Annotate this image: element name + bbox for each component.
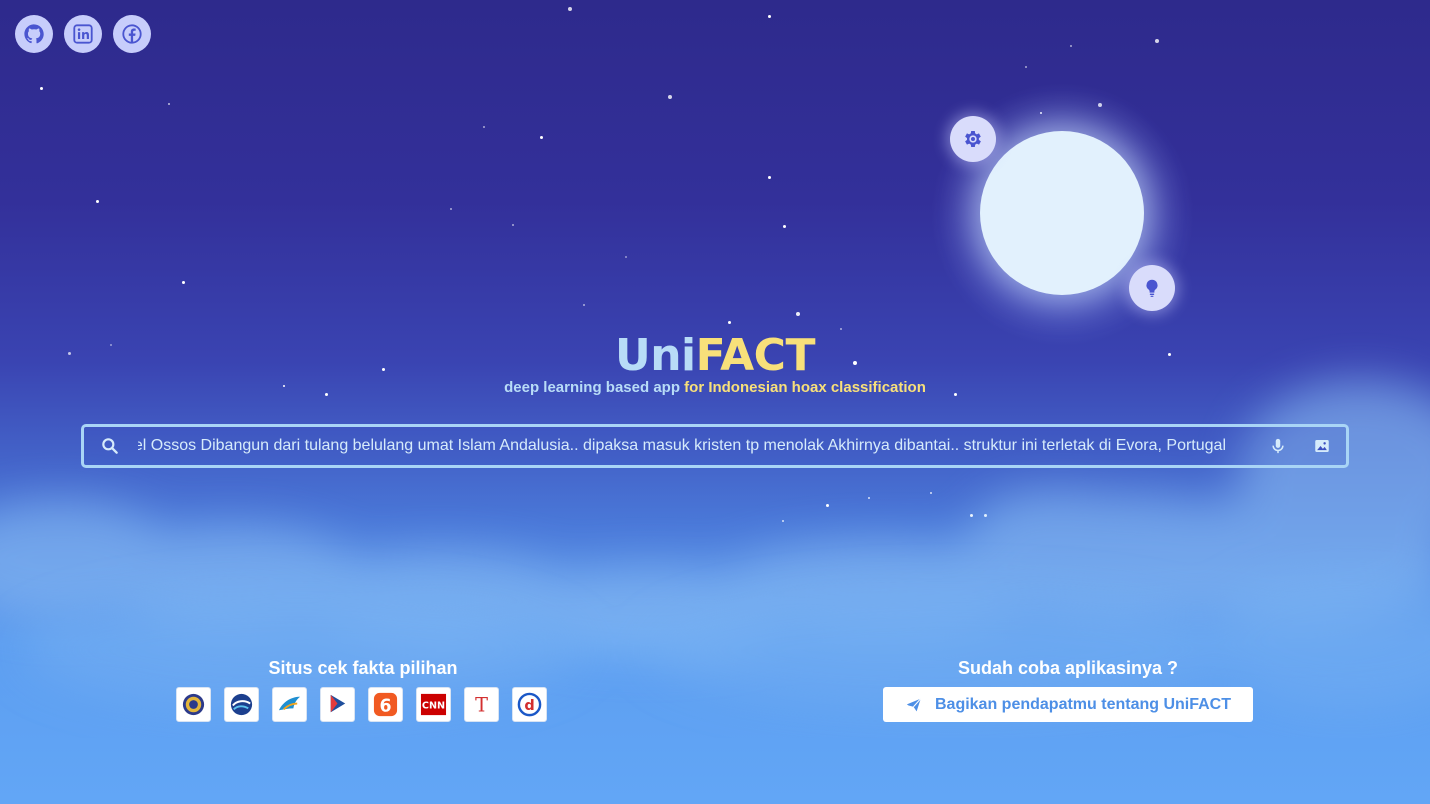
search-bar[interactable]: Kapel Ossos Dibangun dari tulang belulan…: [81, 424, 1349, 468]
share-feedback-button[interactable]: Bagikan pendapatmu tentang UniFACT: [883, 687, 1253, 722]
image-icon: [1315, 440, 1329, 452]
six-logo-icon: 6: [373, 692, 398, 716]
facebook-icon: [122, 24, 142, 44]
microphone-icon: [1272, 438, 1284, 454]
github-link[interactable]: [15, 15, 53, 53]
emblem-logo-icon: [182, 693, 205, 716]
svg-text:6: 6: [379, 696, 391, 716]
site-logo-play[interactable]: [320, 687, 355, 722]
app-subtitle: deep learning based app for Indonesian h…: [0, 379, 1430, 396]
facebook-link[interactable]: [113, 15, 151, 53]
app-title-uni: Uni: [614, 330, 696, 381]
site-logo-t[interactable]: T: [464, 687, 499, 722]
site-logo-bird[interactable]: [272, 687, 307, 722]
feedback-title: Sudah coba aplikasinya ?: [957, 658, 1179, 678]
gear-icon: [965, 131, 981, 147]
kominfo-logo-icon: [230, 693, 253, 716]
site-logo-d[interactable]: d: [512, 687, 547, 722]
idea-button[interactable]: [1129, 265, 1175, 311]
send-icon: [906, 697, 922, 711]
svg-text:CNN: CNN: [422, 700, 445, 711]
lightbulb-icon: [1146, 279, 1158, 297]
feedback-section: Sudah coba aplikasinya ? Bagikan pendapa…: [883, 658, 1253, 722]
github-icon: [24, 24, 44, 44]
app-title-fact: FACT: [695, 330, 816, 381]
play-logo-icon: [330, 694, 346, 713]
app-title: UniFACT: [0, 330, 1430, 382]
bird-logo-icon: [278, 696, 301, 711]
linkedin-link[interactable]: [64, 15, 102, 53]
voice-search-button[interactable]: [1266, 434, 1290, 458]
t-logo-icon: T: [475, 693, 488, 716]
svg-text:d: d: [524, 698, 534, 714]
search-input[interactable]: Kapel Ossos Dibangun dari tulang belulan…: [138, 437, 1226, 455]
subtitle-part1: deep learning based app: [504, 379, 685, 396]
share-feedback-label: Bagikan pendapatmu tentang UniFACT: [934, 695, 1231, 713]
search-icon[interactable]: [100, 436, 120, 456]
site-logo-kominfo[interactable]: [224, 687, 259, 722]
d-logo-icon: d: [517, 692, 542, 717]
settings-button[interactable]: [950, 116, 996, 162]
fact-sites-logos: 6 CNN T d: [176, 687, 550, 722]
svg-text:T: T: [475, 693, 488, 716]
image-search-button[interactable]: [1310, 434, 1334, 458]
social-links: [15, 15, 151, 53]
site-logo-emblem[interactable]: [176, 687, 211, 722]
subtitle-part2: for Indonesian hoax classification: [684, 379, 926, 396]
fact-check-sites: Situs cek fakta pilihan 6 CNN T d: [176, 658, 550, 722]
cnn-logo-icon: CNN: [420, 693, 447, 716]
fact-sites-title: Situs cek fakta pilihan: [268, 658, 458, 678]
brand-header: UniFACT deep learning based app for Indo…: [0, 330, 1430, 396]
linkedin-icon: [73, 24, 93, 44]
moon: [980, 131, 1144, 295]
site-logo-cnn[interactable]: CNN: [416, 687, 451, 722]
site-logo-6[interactable]: 6: [368, 687, 403, 722]
